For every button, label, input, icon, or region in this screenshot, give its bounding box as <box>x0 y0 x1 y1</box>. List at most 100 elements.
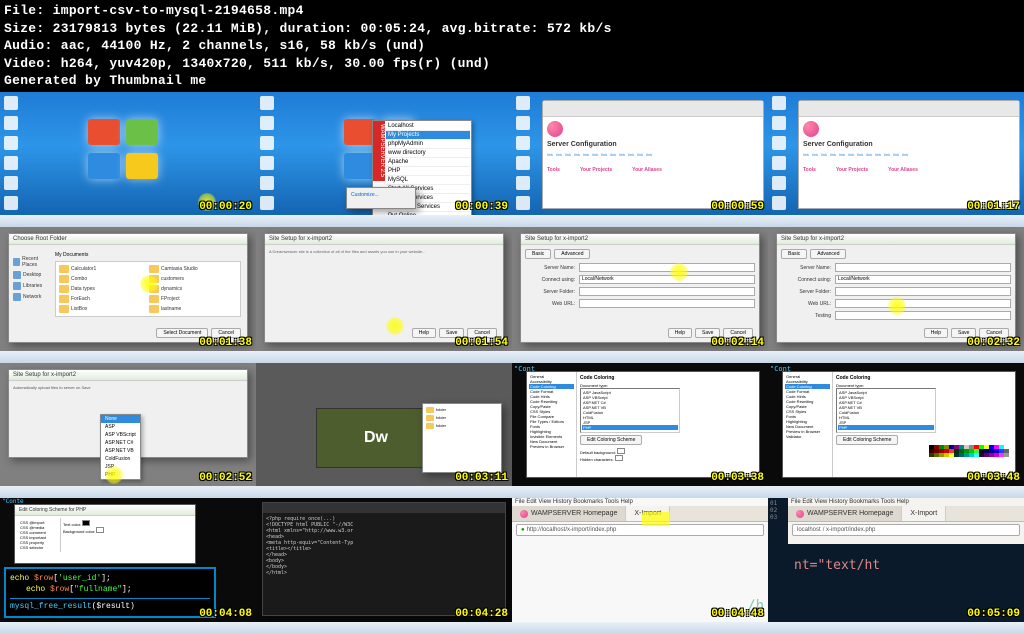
browser-window: Server Configuration linklinklinklinklin… <box>798 100 1020 210</box>
wamp-menu-item[interactable]: PHP <box>386 167 470 176</box>
timestamp: 00:00:20 <box>199 201 252 213</box>
timestamp: 00:01:17 <box>967 201 1020 213</box>
timestamp: 00:02:52 <box>199 472 252 484</box>
generated-by: Generated by Thumbnail me <box>4 72 1020 90</box>
server-folder-input[interactable] <box>579 287 755 296</box>
video-label: Video: <box>4 56 53 71</box>
color-picker[interactable] <box>929 445 1009 457</box>
wampserver-logo-icon <box>547 121 563 137</box>
folder-icon <box>59 285 69 293</box>
folder-item[interactable]: ForEach <box>59 295 147 303</box>
folder-item[interactable]: Data types <box>59 285 147 293</box>
edit-scheme-button[interactable]: Edit Coloring Scheme <box>580 435 642 445</box>
folder-item[interactable]: ListBox <box>59 305 147 313</box>
dreamweaver-splash: Dw <box>316 408 436 468</box>
dialog-title: Choose Root Folder <box>9 234 247 245</box>
timestamp: 00:03:38 <box>711 472 764 484</box>
browser-tabs: WAMPSERVER Homepage X-Import <box>512 506 768 522</box>
audio-label: Audio: <box>4 38 53 53</box>
wamp-menu-item[interactable]: Localhost <box>386 122 470 131</box>
timestamp: 00:04:08 <box>199 608 252 620</box>
size-bytes: 23179813 <box>53 21 118 36</box>
timestamp: 00:00:39 <box>455 201 508 213</box>
folder-item[interactable]: lastname <box>149 305 237 313</box>
help-button[interactable]: Help <box>412 328 436 338</box>
browser-menubar[interactable]: File Edit View History Bookmarks Tools H… <box>512 498 768 506</box>
audio-info: aac, 44100 Hz, 2 channels, s16, 58 kb/s … <box>61 38 426 53</box>
folder-item[interactable]: Calculator1 <box>59 265 147 273</box>
windows-logo-icon <box>88 119 158 179</box>
folder-item[interactable]: Combo <box>59 275 147 283</box>
thumb-12: General Accessibility Code Coloring Code… <box>768 363 1024 499</box>
timestamp: 00:03:11 <box>455 472 508 484</box>
thumb-6: Site Setup for x-import2 A Dreamweaver s… <box>256 227 512 363</box>
wamp-menu-item[interactable]: MySQL <box>386 176 470 185</box>
url-bar[interactable]: localhost / x-import/index.php <box>792 524 1020 536</box>
video-info: h264, yuv420p, 1340x720, 511 kb/s, 30.00… <box>61 56 490 71</box>
thumb-1: 00:00:20 <box>0 92 256 228</box>
connect-using-select[interactable]: Local/Network <box>579 275 755 284</box>
prefs-category-list: General Accessibility Code Coloring Code… <box>527 372 577 478</box>
thumb-7: Site Setup for x-import2 Basic Advanced … <box>512 227 768 363</box>
size-label: Size: <box>4 21 45 36</box>
metadata-header: File: import-csv-to-mysql-2194658.mp4 Si… <box>0 0 1024 92</box>
folder-item[interactable]: customers <box>149 275 237 283</box>
browser-tab[interactable]: X-Import <box>902 506 946 521</box>
duration-value: 00:05:24, <box>361 21 434 36</box>
folder-item[interactable]: FProject <box>149 295 237 303</box>
thumb-5: Choose Root Folder Recent Places Desktop… <box>0 227 256 363</box>
timestamp: 00:04:48 <box>711 608 764 620</box>
timestamp: 00:01:54 <box>455 337 508 349</box>
thumb-11: General Accessibility Code Coloring Code… <box>512 363 768 499</box>
folder-icon <box>149 305 159 313</box>
thumbnail-grid: 00:00:20 WAMPSERVER 2.5 Localhost My Pro… <box>0 92 1024 634</box>
thumb-15: File Edit View History Bookmarks Tools H… <box>512 498 768 634</box>
server-config-title: Server Configuration <box>547 141 759 148</box>
tab-basic[interactable]: Basic <box>525 249 551 259</box>
wamp-menu-item[interactable]: www directory <box>386 149 470 158</box>
timestamp: 00:03:48 <box>967 472 1020 484</box>
wamp-menu-item[interactable]: Apache <box>386 158 470 167</box>
file-name: import-csv-to-mysql-2194658.mp4 <box>53 3 304 18</box>
timestamp: 00:01:38 <box>199 337 252 349</box>
timestamp: 00:02:14 <box>711 337 764 349</box>
wamp-menu-item[interactable]: My Projects <box>386 131 470 140</box>
folder-icon <box>149 295 159 303</box>
thumb-16: 010203 File Edit View History Bookmarks … <box>768 498 1024 634</box>
server-name-input[interactable] <box>579 263 755 272</box>
thumb-3: Server Configuration linklinklinklinklin… <box>512 92 768 228</box>
thumb-8: Site Setup for x-import2 Basic Advanced … <box>768 227 1024 363</box>
wampserver-logo-icon <box>803 121 819 137</box>
folder-icon <box>149 265 159 273</box>
tab-advanced[interactable]: Advanced <box>554 249 590 259</box>
folder-icon <box>59 295 69 303</box>
thumb-14: <?php require_once(...) <!DOCTYPE html P… <box>256 498 512 634</box>
timestamp: 00:04:28 <box>455 608 508 620</box>
dialog-title: Site Setup for x-import2 <box>265 234 503 245</box>
code-preview: echo $row['user_id']; echo $row["fullnam… <box>4 567 216 618</box>
browser-tab[interactable]: WAMPSERVER Homepage <box>788 506 902 521</box>
timestamp: 00:05:09 <box>967 608 1020 620</box>
timestamp: 00:00:59 <box>711 201 764 213</box>
file-label: File: <box>4 3 45 18</box>
folder-icon <box>59 265 69 273</box>
web-url-input[interactable] <box>579 299 755 308</box>
terminal-output: <?php require_once(...) <!DOCTYPE html P… <box>263 513 505 579</box>
timestamp: 00:02:32 <box>967 337 1020 349</box>
thumb-4: Server Configuration linklinklinklinklin… <box>768 92 1024 228</box>
wamp-menu-item[interactable]: phpMyAdmin <box>386 140 470 149</box>
thumb-10: Dw folder folder folder 00:03:11 <box>256 363 512 499</box>
folder-icon <box>59 275 69 283</box>
prefs-category-list: General Accessibility Code Coloring Code… <box>783 372 833 478</box>
folder-item[interactable]: Camtasia Studio <box>149 265 237 273</box>
bitrate-value: 572 <box>547 21 571 36</box>
thumb-13: Edit Coloring Scheme for PHP CSS @import… <box>0 498 256 634</box>
browser-tab[interactable]: WAMPSERVER Homepage <box>512 506 626 521</box>
folder-item[interactable]: dynamics <box>149 285 237 293</box>
folder-icon <box>59 305 69 313</box>
url-bar[interactable]: ●http://localhost/x-import/index.php <box>516 524 764 536</box>
thumb-9: Site Setup for x-import2 Automatically u… <box>0 363 256 499</box>
browser-window: Server Configuration linklinklinklinklin… <box>542 100 764 210</box>
highlight <box>642 512 670 526</box>
doctype-list[interactable]: ASP JavaScript ASP VBScript ASP.NET C# A… <box>580 388 680 433</box>
